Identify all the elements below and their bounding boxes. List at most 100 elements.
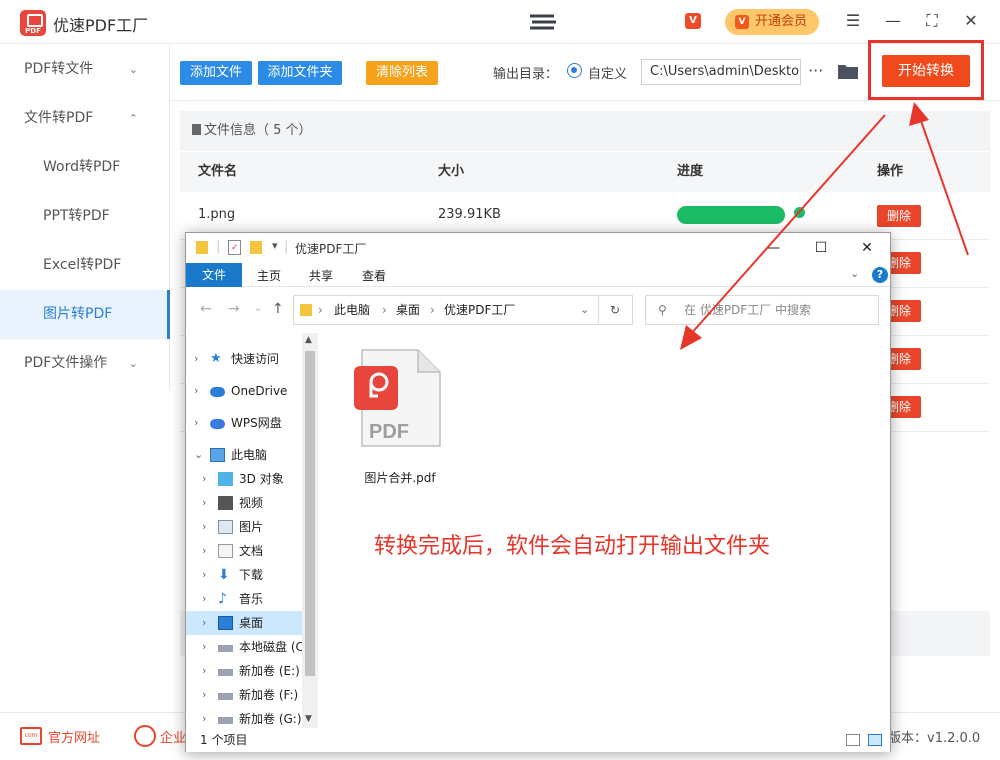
- folder-icon: [196, 241, 208, 254]
- close-icon[interactable]: ✕: [852, 237, 882, 259]
- address-bar[interactable]: › 此电脑 › 桌面 › 优速PDF工厂 ⌄ ↻: [293, 295, 633, 325]
- tree-item-videos[interactable]: › 视频: [186, 491, 302, 515]
- tab-share[interactable]: 共享: [309, 267, 333, 284]
- col-action: 操作: [877, 164, 904, 179]
- enterprise-link[interactable]: 企业: [160, 727, 186, 746]
- refresh-icon[interactable]: ↻: [610, 296, 620, 324]
- explorer-title-bar: | ✓ ▾ | 优速PDF工厂 — ☐ ✕: [186, 233, 890, 263]
- version-label: 版本：v1.2.0.0: [888, 731, 981, 746]
- tab-file[interactable]: 文件: [186, 263, 242, 287]
- add-folder-button[interactable]: 添加文件夹: [258, 61, 342, 85]
- properties-icon[interactable]: ✓: [228, 240, 241, 255]
- tree-label: 视频: [239, 496, 264, 510]
- drive-icon: [218, 693, 233, 700]
- delete-button[interactable]: 删除: [877, 205, 921, 227]
- details-view-icon[interactable]: [846, 734, 860, 746]
- tree-label: 此电脑: [231, 448, 268, 462]
- breadcrumb-pc[interactable]: 此电脑: [334, 296, 370, 324]
- forward-icon[interactable]: →: [228, 301, 240, 317]
- search-placeholder: 在 优速PDF工厂 中搜索: [684, 303, 812, 317]
- tab-view[interactable]: 查看: [362, 267, 386, 284]
- tree-label: 音乐: [239, 592, 264, 606]
- tree-label: 新加卷 (E:): [239, 664, 300, 678]
- back-icon[interactable]: ←: [200, 301, 212, 317]
- maximize-icon[interactable]: ☐: [806, 237, 836, 259]
- pdf-file-icon-label: PDF: [369, 421, 409, 443]
- sidebar-item-ppt-to-pdf[interactable]: PPT转PDF: [0, 192, 170, 241]
- address-dropdown-icon[interactable]: ⌄: [580, 296, 589, 324]
- close-icon[interactable]: ✕: [960, 10, 982, 32]
- tree-item-onedrive[interactable]: › OneDrive: [186, 379, 302, 403]
- official-site-link[interactable]: 官方网址: [48, 727, 100, 746]
- item-count: 1 个项目: [200, 733, 248, 747]
- vip-icon[interactable]: V: [685, 13, 701, 29]
- sidebar-item-pdf-operations[interactable]: PDF文件操作 ⌄: [0, 339, 170, 388]
- recent-dropdown-icon[interactable]: ⌄: [254, 303, 262, 314]
- scroll-down-icon[interactable]: ▼: [305, 714, 312, 724]
- tree-item-this-pc[interactable]: ⌄ 此电脑: [186, 443, 302, 467]
- maximize-icon[interactable]: ⛶: [921, 10, 943, 32]
- sidebar-item-file-to-pdf[interactable]: 文件转PDF ⌃: [0, 94, 170, 143]
- help-icon[interactable]: ?: [872, 267, 888, 283]
- vip-badge-icon: V: [735, 15, 749, 29]
- tree-item-music[interactable]: › ♪ 音乐: [186, 587, 302, 611]
- minimize-icon[interactable]: —: [882, 10, 904, 32]
- sidebar-item-word-to-pdf[interactable]: Word转PDF: [0, 143, 170, 192]
- tree-item-quick-access[interactable]: › ★ 快速访问: [186, 347, 302, 371]
- sidebar-item-image-to-pdf[interactable]: 图片转PDF: [0, 290, 170, 339]
- explorer-nav-pane: › ★ 快速访问 › OneDrive › WPS网盘 ⌄ 此电脑 › 3D 对象 › 视频 …: [186, 333, 318, 728]
- tree-item-drive-e[interactable]: › 新加卷 (E:): [186, 659, 302, 683]
- explorer-ribbon: 文件 主页 共享 查看 ⌄ ?: [186, 263, 890, 287]
- chevron-down-icon: ⌄: [128, 357, 138, 370]
- col-size: 大小: [438, 164, 465, 179]
- tree-item-3d-objects[interactable]: › 3D 对象: [186, 467, 302, 491]
- clear-list-button[interactable]: 清除列表: [366, 61, 438, 85]
- drive-icon: [218, 717, 233, 724]
- table-header: 文件名 大小 进度 操作: [180, 152, 990, 192]
- breadcrumb-folder[interactable]: 优速PDF工厂: [444, 296, 515, 324]
- cube-icon: [218, 472, 233, 486]
- breadcrumb-desktop[interactable]: 桌面: [396, 296, 420, 324]
- file-info-icon: [192, 124, 201, 135]
- col-name: 文件名: [198, 164, 238, 179]
- quick-access-dropdown-icon[interactable]: ▾: [272, 239, 278, 252]
- tree-item-downloads[interactable]: › ⬇ 下载: [186, 563, 302, 587]
- start-convert-button[interactable]: 开始转换: [882, 55, 970, 87]
- search-input[interactable]: ⚲ 在 优速PDF工厂 中搜索: [645, 295, 879, 325]
- add-file-button[interactable]: 添加文件: [180, 61, 252, 85]
- app-logo-icon: PDF: [20, 10, 46, 36]
- large-icons-view-icon[interactable]: [868, 734, 882, 746]
- sidebar-item-pdf-to-file[interactable]: PDF转文件 ⌄: [0, 45, 170, 94]
- qq-icon[interactable]: [134, 725, 156, 747]
- minimize-icon[interactable]: —: [758, 237, 788, 259]
- download-icon: ⬇: [218, 567, 230, 583]
- explorer-status-bar: 1 个项目: [186, 728, 890, 752]
- sidebar-item-label: 文件转PDF: [24, 110, 94, 126]
- pdf-file-name[interactable]: 图片合并.pdf: [350, 469, 450, 486]
- tree-item-wps-drive[interactable]: › WPS网盘: [186, 411, 302, 435]
- new-folder-icon[interactable]: [250, 241, 262, 254]
- open-membership-button[interactable]: V 开通会员: [725, 9, 819, 35]
- sidebar-item-label: PDF文件操作: [24, 355, 108, 371]
- tree-item-desktop[interactable]: › 桌面: [186, 611, 302, 635]
- pdf-file-icon[interactable]: PDF: [354, 348, 442, 448]
- custom-radio[interactable]: [567, 63, 582, 78]
- file-size: 239.91KB: [438, 207, 501, 222]
- chevron-up-icon: ⌃: [128, 112, 138, 125]
- website-icon[interactable]: com: [20, 727, 42, 745]
- menu-icon[interactable]: ☰: [842, 10, 864, 32]
- tree-item-drive-c[interactable]: ›本地磁盘 (C:): [186, 635, 302, 659]
- up-icon[interactable]: ↑: [272, 301, 284, 317]
- scroll-up-icon[interactable]: ▲: [305, 335, 312, 345]
- output-path-field[interactable]: C:\Users\admin\Desktop: [641, 59, 801, 85]
- picture-icon: [218, 520, 233, 534]
- tree-item-pictures[interactable]: › 图片: [186, 515, 302, 539]
- ribbon-expand-icon[interactable]: ⌄: [850, 267, 859, 280]
- tree-item-documents[interactable]: › 文档: [186, 539, 302, 563]
- scrollbar-thumb[interactable]: [305, 351, 315, 676]
- folder-icon[interactable]: [837, 62, 859, 80]
- tree-item-drive-f[interactable]: › 新加卷 (F:): [186, 683, 302, 707]
- more-options-button[interactable]: ···: [808, 61, 823, 80]
- sidebar-item-excel-to-pdf[interactable]: Excel转PDF: [0, 241, 170, 290]
- tab-home[interactable]: 主页: [257, 267, 281, 284]
